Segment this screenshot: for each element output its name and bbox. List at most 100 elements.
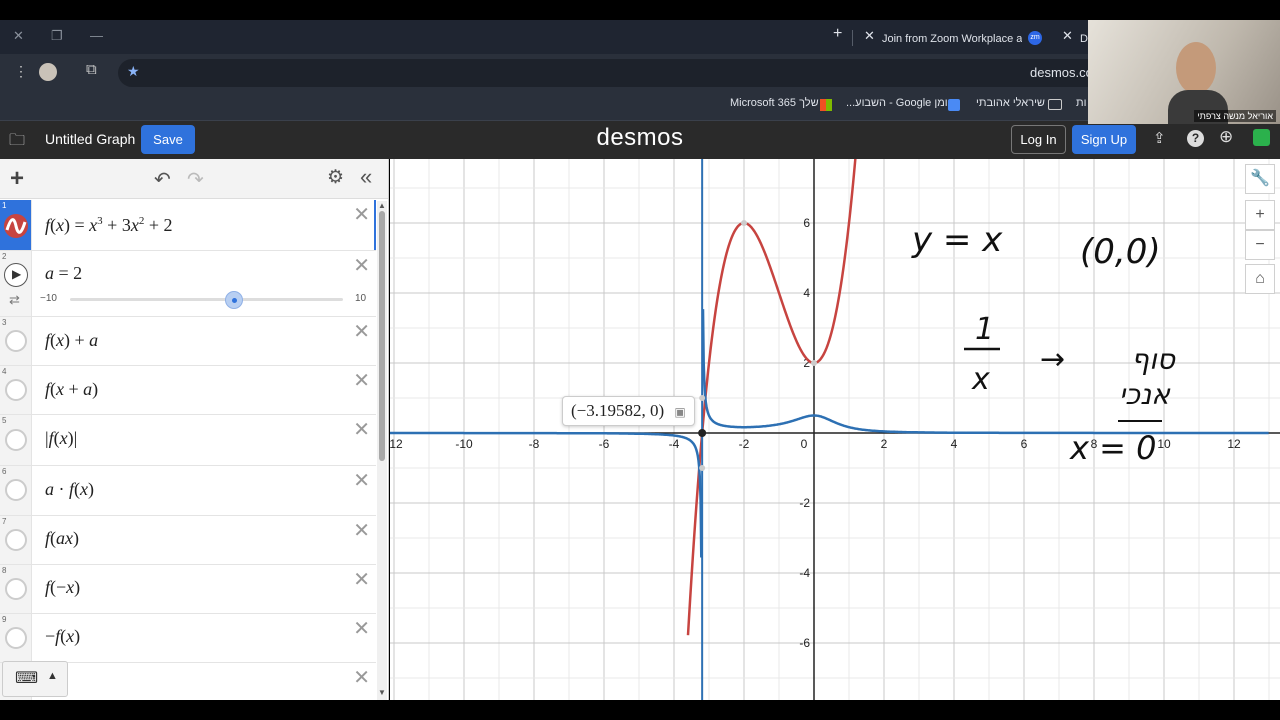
accessibility-icon[interactable] — [1253, 129, 1270, 146]
expression-row[interactable]: 8 f(−x) ✕ — [0, 565, 376, 614]
expression-row[interactable]: 3 f(x) + a ✕ — [0, 317, 376, 366]
graph-plot[interactable]: -12-10-8-6-4-2024681012642-2-4-6y = x(0,… — [390, 159, 1280, 700]
login-button[interactable]: Log In — [1011, 125, 1066, 154]
expression-math[interactable]: a · f(x) — [45, 479, 94, 500]
scroll-up-icon[interactable]: ▲ — [378, 201, 386, 210]
x-tick-label: -10 — [455, 437, 473, 451]
keyboard-icon[interactable]: ⌨ — [15, 668, 38, 688]
delete-expression-icon[interactable]: ✕ — [353, 420, 370, 440]
delete-expression-icon[interactable]: ✕ — [353, 521, 370, 541]
keyboard-toggle[interactable]: ⌨ ▲ — [2, 661, 68, 697]
play-button[interactable]: ▶ — [4, 263, 28, 287]
help-icon[interactable]: ? — [1187, 130, 1204, 147]
hidden-graph-toggle[interactable] — [5, 578, 27, 600]
zoom-icon: zm — [1028, 31, 1042, 45]
profile-avatar[interactable] — [39, 63, 57, 81]
hidden-graph-toggle[interactable] — [5, 429, 27, 451]
expression-math[interactable]: f(ax) — [45, 528, 79, 549]
expression-math[interactable]: |f(x)| — [45, 428, 77, 449]
new-tab-icon[interactable]: + — [833, 25, 842, 43]
undo-icon[interactable]: ↶ — [154, 167, 171, 192]
delete-expression-icon[interactable]: ✕ — [353, 256, 370, 276]
expression-toolbar: + ↶ ↷ ⚙ « — [0, 159, 388, 199]
hidden-graph-toggle[interactable] — [5, 330, 27, 352]
slider-min[interactable]: −10 — [40, 293, 57, 304]
delete-expression-icon[interactable]: ✕ — [353, 619, 370, 639]
expression-row[interactable]: 4 f(x + a) ✕ — [0, 366, 376, 415]
extensions-icon[interactable]: ⧉ — [86, 61, 97, 78]
bookmark-microsoft[interactable]: שלך Microsoft 365 — [730, 97, 819, 109]
x-tick-label: 0 — [801, 437, 808, 451]
graph-settings-wrench-icon[interactable]: 🔧 — [1245, 164, 1275, 194]
local-min-point — [811, 360, 817, 366]
slider-max[interactable]: 10 — [355, 293, 366, 304]
delete-expression-icon[interactable]: ✕ — [353, 371, 370, 391]
scroll-down-icon[interactable]: ▼ — [378, 688, 386, 697]
graph-title[interactable]: Untitled Graph — [45, 131, 135, 147]
folder-open-icon[interactable]: 🗀 — [9, 129, 25, 156]
hidden-graph-toggle[interactable] — [5, 627, 27, 649]
clipboard-icon[interactable]: ▣ — [674, 405, 685, 419]
zoom-out-icon[interactable]: − — [1245, 230, 1275, 260]
intercept-point — [699, 395, 706, 401]
expression-row[interactable]: 6 a · f(x) ✕ — [0, 466, 376, 516]
home-icon[interactable]: ⌂ — [1245, 264, 1275, 294]
hidden-graph-toggle[interactable] — [5, 529, 27, 551]
intercept-point — [699, 465, 706, 471]
y-tick-label: -6 — [799, 636, 810, 650]
expression-math[interactable]: −f(x) — [45, 626, 80, 647]
close-window-icon[interactable]: ✕ — [13, 28, 24, 44]
share-icon[interactable]: ⇪ — [1153, 129, 1166, 147]
bookmark-other[interactable]: ות — [1076, 97, 1086, 109]
coordinate-tooltip[interactable]: (−3.19582, 0) ▣ — [562, 396, 695, 426]
tab-close-icon[interactable]: ✕ — [1062, 28, 1073, 44]
graph-curve-icon[interactable] — [3, 213, 29, 239]
scrollbar-thumb[interactable] — [379, 211, 385, 461]
delete-expression-icon[interactable]: ✕ — [353, 570, 370, 590]
zoom-in-icon[interactable]: + — [1245, 200, 1275, 230]
x-tick-label: -2 — [739, 437, 750, 451]
expression-math[interactable]: f(x) + a — [45, 330, 98, 351]
hidden-graph-toggle[interactable] — [5, 379, 27, 401]
expression-row[interactable]: 5 |f(x)| ✕ — [0, 415, 376, 466]
redo-icon[interactable]: ↷ — [187, 167, 204, 192]
expression-math[interactable]: f(x + a) — [45, 379, 98, 400]
expression-math[interactable]: f(x) = x3 + 3x2 + 2 — [45, 215, 172, 236]
arrow-up-icon[interactable]: ▲ — [47, 670, 58, 682]
graph-canvas[interactable]: -12-10-8-6-4-2024681012642-2-4-6y = x(0,… — [390, 159, 1280, 700]
save-button[interactable]: Save — [141, 125, 195, 154]
delete-expression-icon[interactable]: ✕ — [353, 322, 370, 342]
tab-close-icon[interactable]: ✕ — [864, 28, 875, 44]
delete-expression-icon[interactable]: ✕ — [353, 471, 370, 491]
add-expression-icon[interactable]: + — [10, 165, 24, 193]
expression-row-slider[interactable]: 2 ▶ ⇄ a = 2 ✕ −10 10 — [0, 251, 376, 317]
restore-window-icon[interactable]: ❐ — [51, 28, 63, 44]
loop-icon[interactable]: ⇄ — [9, 292, 20, 308]
webcam-face — [1176, 42, 1216, 94]
bookmark-star-icon[interactable]: ★ — [127, 63, 140, 80]
slider-track[interactable] — [70, 298, 343, 301]
handwriting-hebrew-2: אנכי — [1119, 378, 1171, 411]
minimize-window-icon[interactable]: — — [90, 28, 103, 43]
delete-expression-icon[interactable]: ✕ — [353, 668, 370, 688]
handwriting-origin: (0,0) — [1080, 232, 1161, 272]
tab-zoom[interactable]: Join from Zoom Workplace app — [882, 24, 1022, 54]
bookmark-google-calendar[interactable]: יומן Google - השבוע... — [846, 97, 950, 109]
language-globe-icon[interactable]: ⊕ — [1219, 127, 1233, 147]
scrollbar[interactable] — [377, 201, 387, 700]
bookmark-folder[interactable]: שיראלי אהובתי — [976, 97, 1045, 109]
settings-gear-icon[interactable]: ⚙ — [327, 166, 344, 189]
menu-icon[interactable]: ⋮ — [14, 63, 28, 80]
hidden-graph-toggle[interactable] — [5, 479, 27, 501]
expression-row[interactable]: 1 f(x) = x3 + 3x2 + 2 ✕ — [0, 200, 376, 251]
microsoft-icon — [820, 99, 832, 111]
signup-button[interactable]: Sign Up — [1072, 125, 1136, 154]
expression-row[interactable]: 7 f(ax) ✕ — [0, 516, 376, 565]
collapse-panel-icon[interactable]: « — [360, 164, 372, 190]
x-tick-label: 2 — [881, 437, 888, 451]
expression-row[interactable]: 9 −f(x) ✕ — [0, 614, 376, 663]
slider-handle[interactable] — [224, 291, 243, 309]
expression-math[interactable]: f(−x) — [45, 577, 80, 598]
delete-expression-icon[interactable]: ✕ — [353, 205, 370, 225]
expression-math[interactable]: a = 2 — [45, 263, 82, 284]
